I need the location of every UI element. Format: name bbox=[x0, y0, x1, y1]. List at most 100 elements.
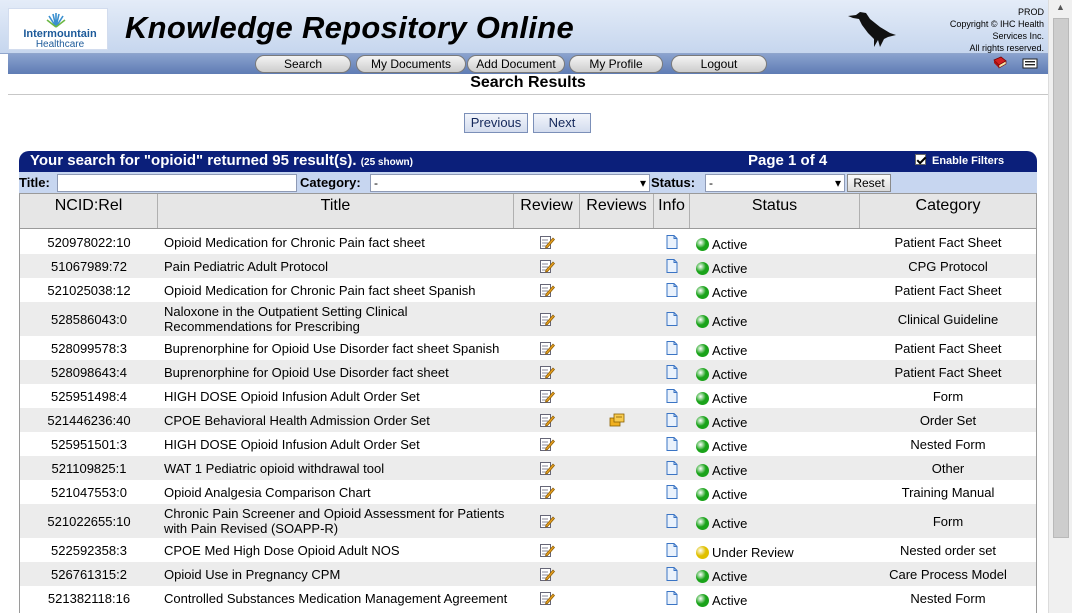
info-cell bbox=[654, 456, 690, 480]
info-document-icon[interactable] bbox=[664, 234, 680, 250]
document-title-link[interactable]: Chronic Pain Screener and Opioid Assessm… bbox=[164, 504, 514, 538]
enable-filters-toggle[interactable]: Enable Filters bbox=[915, 154, 1004, 167]
column-header-title[interactable]: Title bbox=[158, 194, 514, 228]
status-cell: Active bbox=[696, 230, 860, 254]
document-title-link[interactable]: Controlled Substances Medication Managem… bbox=[164, 586, 514, 610]
review-edit-icon[interactable] bbox=[539, 513, 555, 529]
document-title-link[interactable]: Buprenorphine for Opioid Use Disorder fa… bbox=[164, 360, 514, 384]
review-edit-icon[interactable] bbox=[539, 412, 555, 428]
results-summary-text: Your search for "opioid" returned 95 res… bbox=[30, 152, 357, 169]
document-title-link[interactable]: Opioid Use in Pregnancy CPM bbox=[164, 562, 514, 586]
document-title-link[interactable]: Opioid Medication for Chronic Pain fact … bbox=[164, 278, 514, 302]
review-edit-icon[interactable] bbox=[539, 388, 555, 404]
status-text: Active bbox=[712, 462, 748, 478]
info-document-icon[interactable] bbox=[664, 460, 680, 476]
next-page-button[interactable]: Next bbox=[533, 113, 591, 133]
info-document-icon[interactable] bbox=[664, 311, 680, 327]
intermountain-logo[interactable]: Intermountain Healthcare bbox=[8, 8, 108, 50]
status-cell: Active bbox=[696, 456, 860, 480]
title-filter-input[interactable] bbox=[57, 174, 297, 192]
document-title-link[interactable]: Buprenorphine for Opioid Use Disorder fa… bbox=[164, 336, 514, 360]
info-document-icon[interactable] bbox=[664, 436, 680, 452]
reviews-cell bbox=[580, 456, 654, 480]
document-title-link[interactable]: WAT 1 Pediatric opioid withdrawal tool bbox=[164, 456, 514, 480]
review-edit-icon[interactable] bbox=[539, 436, 555, 452]
review-cell bbox=[514, 562, 580, 586]
status-dot-icon bbox=[696, 516, 709, 530]
review-edit-icon[interactable] bbox=[539, 542, 555, 558]
review-edit-icon[interactable] bbox=[539, 364, 555, 380]
status-cell: Active bbox=[696, 384, 860, 408]
review-edit-icon[interactable] bbox=[539, 282, 555, 298]
raven-icon bbox=[848, 12, 896, 47]
scroll-up-arrow-icon[interactable]: ▲ bbox=[1052, 2, 1069, 16]
document-title-link[interactable]: HIGH DOSE Opioid Infusion Adult Order Se… bbox=[164, 384, 514, 408]
table-header: NCID:Rel Title Review Reviews Info Statu… bbox=[20, 193, 1036, 229]
review-edit-icon[interactable] bbox=[539, 460, 555, 476]
review-edit-icon[interactable] bbox=[539, 590, 555, 606]
info-document-icon[interactable] bbox=[664, 566, 680, 582]
column-header-category[interactable]: Category bbox=[860, 194, 1036, 228]
status-text: Under Review bbox=[712, 544, 794, 560]
document-title-link[interactable]: Opioid Medication for Chronic Pain fact … bbox=[164, 230, 514, 254]
info-document-icon[interactable] bbox=[664, 388, 680, 404]
ncid-cell: 521109825:1 bbox=[51, 460, 127, 476]
document-title-link[interactable]: Opioid Analgesia Comparison Chart bbox=[164, 480, 514, 504]
info-document-icon[interactable] bbox=[664, 513, 680, 529]
info-cell bbox=[654, 432, 690, 456]
document-title-link[interactable]: HIGH DOSE Opioid Infusion Adult Order Se… bbox=[164, 432, 514, 456]
category-cell: CPG Protocol bbox=[908, 258, 988, 274]
table-row: 521047553:0 Opioid Analgesia Comparison C… bbox=[20, 480, 1036, 504]
status-dot-icon bbox=[696, 569, 709, 583]
status-filter-select[interactable]: - bbox=[705, 174, 845, 192]
book-icon[interactable] bbox=[992, 56, 1008, 70]
copyright-line1: Copyright © IHC Health bbox=[949, 19, 1044, 29]
review-edit-icon[interactable] bbox=[539, 566, 555, 582]
enable-filters-checkbox[interactable] bbox=[915, 154, 926, 165]
review-edit-icon[interactable] bbox=[539, 311, 555, 327]
info-document-icon[interactable] bbox=[664, 258, 680, 274]
info-document-icon[interactable] bbox=[664, 484, 680, 500]
document-title-link[interactable]: CPOE Med High Dose Opioid Adult NOS bbox=[164, 538, 514, 562]
table-row: 521382118:16 Controlled Substances Medica… bbox=[20, 586, 1036, 610]
category-cell: Patient Fact Sheet bbox=[894, 282, 1002, 298]
info-cell bbox=[654, 408, 690, 432]
review-cell bbox=[514, 254, 580, 278]
review-edit-icon[interactable] bbox=[539, 234, 555, 250]
info-document-icon[interactable] bbox=[664, 282, 680, 298]
reviews-cell bbox=[580, 480, 654, 504]
ncid-cell: 521446236:40 bbox=[47, 412, 131, 428]
nav-search-button[interactable]: Search bbox=[255, 55, 351, 73]
document-title-link[interactable]: Pain Pediatric Adult Protocol bbox=[164, 254, 514, 278]
nav-logout-button[interactable]: Logout bbox=[671, 55, 767, 73]
print-icon[interactable] bbox=[1022, 56, 1038, 70]
info-document-icon[interactable] bbox=[664, 340, 680, 356]
ncid-cell: 521047553:0 bbox=[51, 484, 127, 500]
nav-add-document-button[interactable]: Add Document bbox=[467, 55, 565, 73]
logo-mark-icon bbox=[46, 13, 66, 28]
column-header-status[interactable]: Status bbox=[690, 194, 860, 228]
ncid-cell: 521382118:16 bbox=[47, 590, 131, 606]
reviews-folder-icon[interactable] bbox=[609, 412, 625, 428]
review-edit-icon[interactable] bbox=[539, 340, 555, 356]
document-title-link[interactable]: CPOE Behavioral Health Admission Order S… bbox=[164, 408, 514, 432]
category-cell: Patient Fact Sheet bbox=[894, 234, 1002, 250]
document-title-link[interactable]: Naloxone in the Outpatient Setting Clini… bbox=[164, 302, 514, 336]
info-document-icon[interactable] bbox=[664, 364, 680, 380]
page-scrollbar[interactable]: ▲ bbox=[1048, 0, 1072, 613]
category-cell: Patient Fact Sheet bbox=[894, 364, 1002, 380]
review-edit-icon[interactable] bbox=[539, 258, 555, 274]
review-edit-icon[interactable] bbox=[539, 484, 555, 500]
info-document-icon[interactable] bbox=[664, 590, 680, 606]
scrollbar-thumb[interactable] bbox=[1053, 18, 1069, 538]
nav-my-profile-button[interactable]: My Profile bbox=[569, 55, 663, 73]
previous-page-button[interactable]: Previous bbox=[464, 113, 528, 133]
info-document-icon[interactable] bbox=[664, 412, 680, 428]
column-header-ncid[interactable]: NCID:Rel bbox=[20, 194, 158, 228]
category-cell: Patient Fact Sheet bbox=[894, 340, 1002, 356]
nav-my-documents-button[interactable]: My Documents bbox=[356, 55, 466, 73]
info-document-icon[interactable] bbox=[664, 542, 680, 558]
reset-filters-button[interactable]: Reset bbox=[847, 174, 891, 192]
results-banner: Your search for "opioid" returned 95 res… bbox=[19, 151, 1037, 172]
category-filter-select[interactable]: - bbox=[370, 174, 650, 192]
